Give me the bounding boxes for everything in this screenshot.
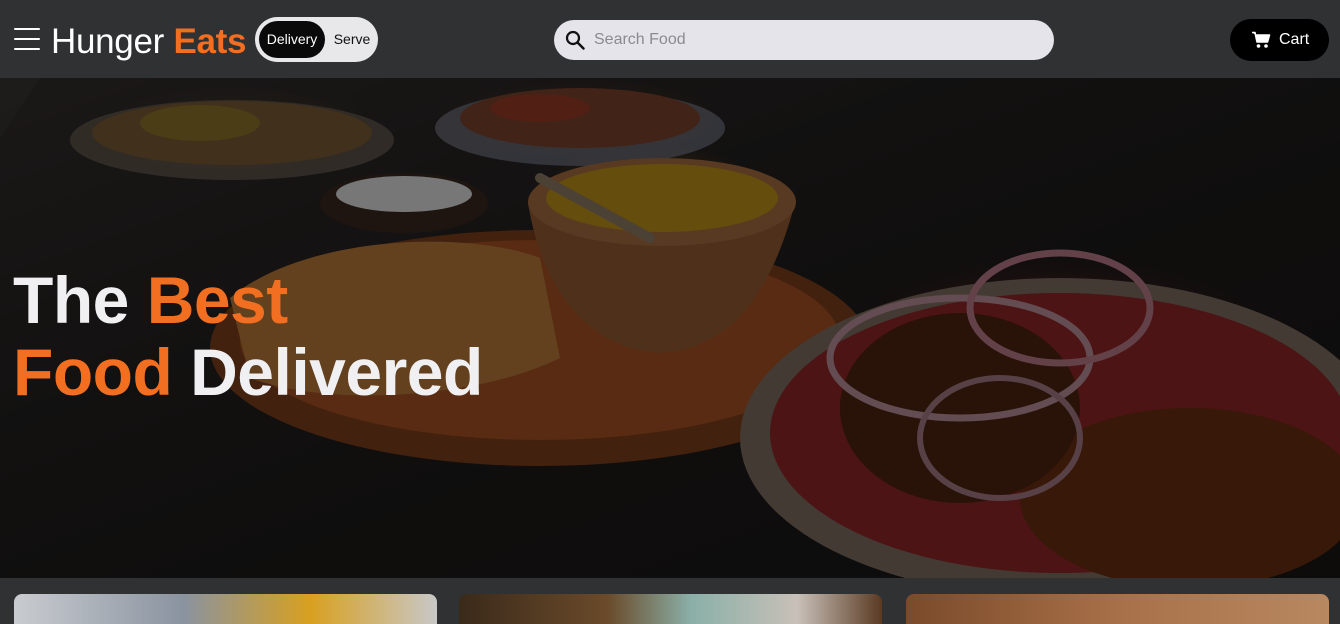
food-card-2[interactable] bbox=[459, 594, 882, 624]
hero-title-line2: Food Delivered bbox=[13, 336, 483, 408]
toggle-option-delivery[interactable]: Delivery bbox=[259, 21, 325, 58]
toggle-option-serve[interactable]: Serve bbox=[329, 21, 375, 58]
brand-name-part1: Hunger bbox=[51, 22, 164, 61]
brand-logo[interactable]: Hunger Eats bbox=[51, 22, 246, 62]
hero-word-best: Best bbox=[146, 263, 289, 337]
cart-button[interactable]: Cart bbox=[1230, 19, 1329, 61]
cart-label: Cart bbox=[1279, 31, 1310, 48]
food-card-1[interactable] bbox=[14, 594, 437, 624]
hero-word-food: Food bbox=[13, 335, 173, 409]
hero-word-the: The bbox=[13, 263, 129, 337]
food-cards-row bbox=[0, 578, 1340, 624]
hamburger-menu-icon[interactable] bbox=[14, 28, 40, 50]
food-card-3[interactable] bbox=[906, 594, 1329, 624]
search-icon[interactable] bbox=[565, 30, 585, 50]
navbar: Hunger Eats Delivery Serve Cart bbox=[0, 0, 1340, 78]
hero-banner: The Best Food Delivered bbox=[0, 78, 1340, 578]
hero-title: The Best Food Delivered bbox=[13, 264, 483, 408]
search-bar bbox=[554, 20, 1054, 60]
search-input[interactable] bbox=[594, 20, 1039, 60]
hero-title-line1: The Best bbox=[13, 264, 483, 336]
cart-icon bbox=[1252, 31, 1271, 48]
hero-word-delivered: Delivered bbox=[190, 335, 483, 409]
delivery-mode-toggle: Delivery Serve bbox=[255, 17, 378, 62]
brand-name-part2: Eats bbox=[173, 22, 247, 61]
